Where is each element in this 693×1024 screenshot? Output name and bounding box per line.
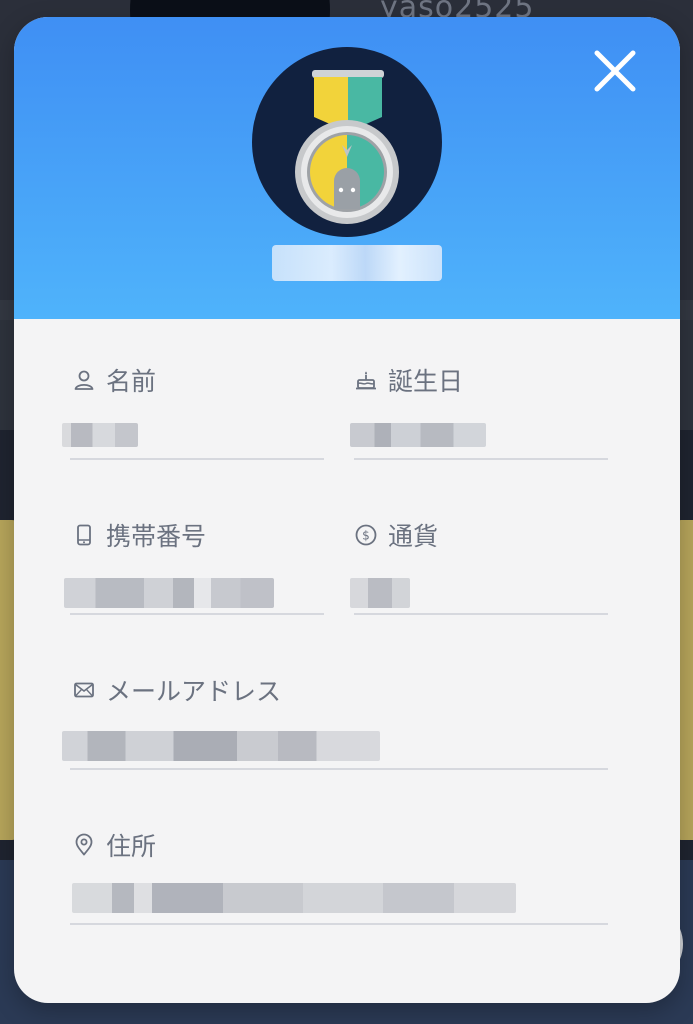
name-label-text: 名前	[106, 367, 157, 396]
profile-modal-header	[14, 17, 680, 319]
birthday-label-text: 誕生日	[388, 367, 464, 396]
currency-underline	[354, 613, 608, 615]
phone-underline	[70, 613, 324, 615]
cake-icon	[354, 368, 378, 392]
email-value	[62, 731, 380, 761]
address-underline	[70, 923, 608, 925]
profile-modal: 名前 誕生日 携帯番号 $ 通貨 メールアドレス 住所	[14, 17, 680, 1003]
dollar-circle-icon: $	[354, 523, 378, 547]
email-label: メールアドレス	[72, 672, 281, 708]
close-icon	[594, 50, 636, 92]
mobile-phone-icon	[72, 523, 96, 547]
email-label-text: メールアドレス	[106, 677, 282, 706]
phone-label: 携帯番号	[72, 517, 206, 553]
envelope-icon	[72, 678, 96, 702]
birthday-label: 誕生日	[354, 362, 463, 398]
birthday-underline	[354, 458, 608, 460]
name-value	[62, 423, 138, 447]
svg-text:$: $	[362, 529, 370, 543]
phone-value	[64, 578, 274, 608]
medal-badge-icon	[295, 70, 399, 224]
close-button[interactable]	[589, 45, 641, 97]
profile-username	[272, 245, 442, 281]
currency-label: $ 通貨	[354, 517, 438, 553]
currency-label-text: 通貨	[388, 522, 439, 551]
phone-label-text: 携帯番号	[106, 522, 207, 551]
name-label: 名前	[72, 362, 156, 398]
address-value	[72, 883, 516, 913]
person-icon	[72, 368, 96, 392]
name-underline	[70, 458, 324, 460]
address-label-text: 住所	[106, 832, 157, 861]
email-underline	[70, 768, 608, 770]
currency-value	[350, 578, 410, 608]
birthday-value	[350, 423, 486, 447]
address-label: 住所	[72, 827, 156, 863]
location-pin-icon	[72, 833, 96, 857]
profile-avatar	[252, 47, 442, 237]
